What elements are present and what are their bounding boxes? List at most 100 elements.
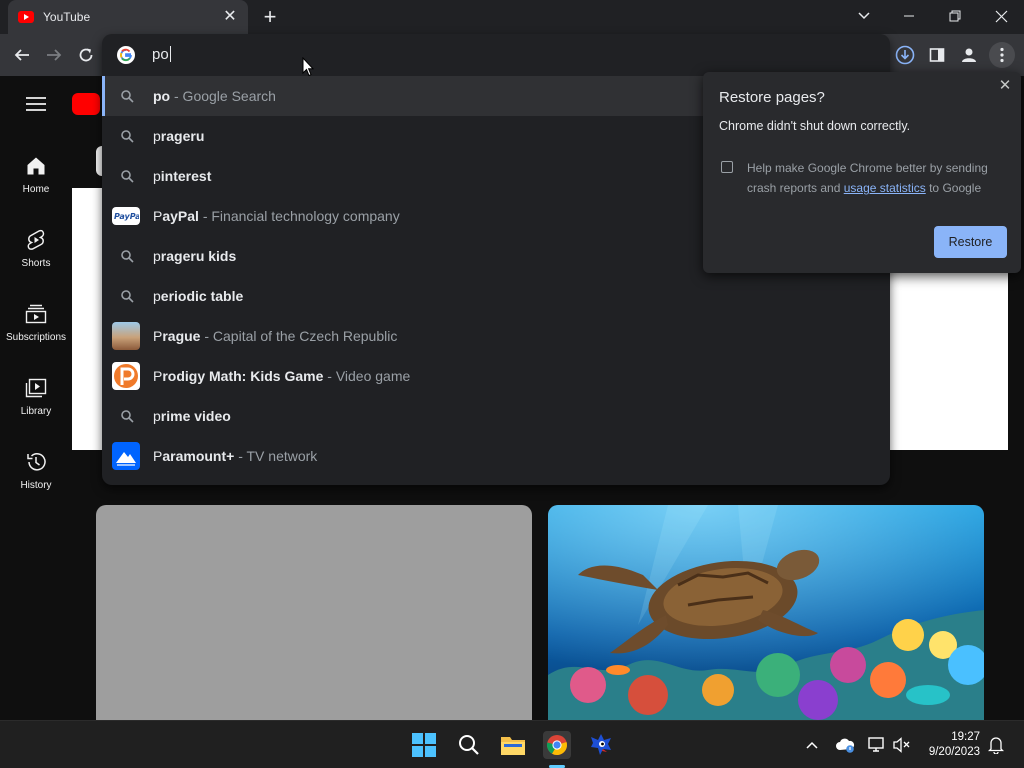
sidebar-label: Subscriptions: [5, 332, 67, 343]
prodigy-logo: [112, 362, 140, 390]
tab-youtube[interactable]: YouTube ✕: [8, 0, 248, 34]
shorts-icon: [24, 228, 48, 252]
suggestion-match: po: [153, 88, 171, 104]
suggestion-item[interactable]: periodic table: [102, 276, 890, 316]
sidebar-item-shorts[interactable]: Shorts: [0, 220, 72, 286]
onedrive-button[interactable]: [831, 731, 859, 759]
omnibox-input-text: po: [152, 46, 169, 63]
chrome-taskbar-button[interactable]: [543, 731, 571, 759]
suggestion-match: P: [153, 448, 163, 464]
search-icon: [118, 87, 136, 105]
downloads-button[interactable]: [892, 42, 918, 68]
sidebar-item-history[interactable]: History: [0, 442, 72, 508]
suggestion-rest: rime video: [160, 408, 231, 424]
paramount-logo: [112, 442, 140, 470]
omnibox[interactable]: po: [102, 34, 890, 76]
sidebar-item-subscriptions[interactable]: Subscriptions: [0, 294, 72, 360]
volume-muted-icon: [893, 737, 910, 753]
forward-button[interactable]: [41, 42, 67, 68]
home-icon: [24, 154, 48, 178]
suggestion-item[interactable]: prime video: [102, 396, 890, 436]
volume-button[interactable]: [888, 731, 916, 759]
youtube-favicon-icon: [18, 11, 34, 23]
prague-thumbnail: [112, 322, 140, 350]
suggestion-match: p: [153, 248, 161, 264]
notifications-button[interactable]: [982, 731, 1010, 759]
cloud-icon: [836, 738, 855, 753]
search-icon: [118, 167, 136, 185]
suggestion-description: - Video game: [327, 368, 411, 384]
video-thumbnail-placeholder[interactable]: [96, 505, 532, 720]
video-thumbnail-sea-turtle[interactable]: [548, 505, 984, 720]
suggestion-match: P: [153, 368, 163, 384]
dialog-title: Restore pages?: [719, 89, 825, 106]
sidebar-label: History: [20, 480, 52, 491]
folder-icon: [501, 737, 525, 755]
network-button[interactable]: [863, 731, 891, 759]
subscriptions-icon: [24, 302, 48, 326]
menu-button[interactable]: [989, 42, 1015, 68]
file-explorer-button[interactable]: [499, 731, 527, 759]
suggestion-match: p: [153, 288, 161, 304]
youtube-logo[interactable]: [72, 93, 100, 115]
restore-button[interactable]: Restore: [934, 226, 1007, 258]
usage-statistics-link[interactable]: usage statistics: [844, 181, 926, 195]
restore-window-button[interactable]: [941, 4, 969, 28]
search-icon: [118, 287, 136, 305]
svg-text:PayPal: PayPal: [114, 212, 139, 221]
youtube-header: [0, 76, 102, 132]
search-icon: [118, 407, 136, 425]
tab-title: YouTube: [43, 10, 91, 24]
close-window-button[interactable]: [987, 4, 1015, 28]
suggestion-rest: rageru: [160, 128, 205, 144]
arrow-right-icon: [47, 49, 62, 61]
profile-button[interactable]: [956, 42, 982, 68]
tab-close-button[interactable]: ✕: [222, 9, 238, 25]
sidebar-item-library[interactable]: Library: [0, 368, 72, 434]
clock-date: 9/20/2023: [928, 746, 980, 758]
network-icon: [868, 737, 884, 752]
suggestion-item[interactable]: Prodigy Math: Kids Game - Video game: [102, 356, 890, 396]
back-button[interactable]: [9, 42, 35, 68]
tab-search-button[interactable]: [850, 4, 878, 28]
clock-time: 19:27: [951, 731, 980, 743]
windows-taskbar: 19:27 9/20/2023: [0, 720, 1024, 768]
crash-reports-label: Help make Google Chrome better by sendin…: [747, 158, 997, 198]
suggestion-match: P: [153, 328, 163, 344]
suggestion-description: - Financial technology company: [202, 208, 400, 224]
sidebar-item-home[interactable]: Home: [0, 146, 72, 212]
new-tab-button[interactable]: +: [258, 6, 282, 28]
suggestion-rest: rodigy Math: Kids Game: [162, 368, 324, 384]
taskbar-clock[interactable]: 19:27 9/20/2023: [924, 730, 980, 760]
mouse-cursor-icon: [302, 57, 314, 77]
suggestion-match: p: [153, 408, 161, 424]
side-panel-button[interactable]: [924, 42, 950, 68]
search-icon: [459, 735, 479, 755]
sonic-app-button[interactable]: [587, 731, 615, 759]
crash-reports-checkbox[interactable]: [721, 161, 733, 173]
tab-strip: YouTube ✕ +: [0, 0, 1024, 34]
suggestion-match: p: [153, 168, 161, 184]
google-icon: [117, 46, 135, 64]
suggestion-item[interactable]: Paramount+ - TV network: [102, 436, 890, 476]
minimize-button[interactable]: [895, 4, 923, 28]
restore-window-icon: [949, 10, 961, 22]
suggestion-rest: eriodic table: [160, 288, 244, 304]
taskbar-search-button[interactable]: [455, 731, 483, 759]
help-text: to Google: [925, 181, 982, 195]
reload-button[interactable]: [73, 42, 99, 68]
hamburger-menu-icon[interactable]: [26, 96, 46, 112]
more-vert-icon: [1000, 47, 1004, 63]
sidebar-label: Shorts: [21, 258, 51, 269]
show-hidden-icons-button[interactable]: [798, 731, 826, 759]
suggestion-rest: rageru kids: [160, 248, 237, 264]
profile-icon: [962, 48, 976, 62]
omnibox-input[interactable]: po: [152, 46, 171, 63]
chevron-down-icon: [858, 12, 870, 20]
suggestion-item[interactable]: Prague - Capital of the Czech Republic: [102, 316, 890, 356]
restore-pages-dialog: ✕ Restore pages? Chrome didn't shut down…: [703, 72, 1021, 273]
suggestion-description: - Capital of the Czech Republic: [204, 328, 398, 344]
suggestion-rest: rague: [162, 328, 201, 344]
dialog-close-button[interactable]: ✕: [997, 78, 1013, 94]
start-button[interactable]: [410, 731, 438, 759]
